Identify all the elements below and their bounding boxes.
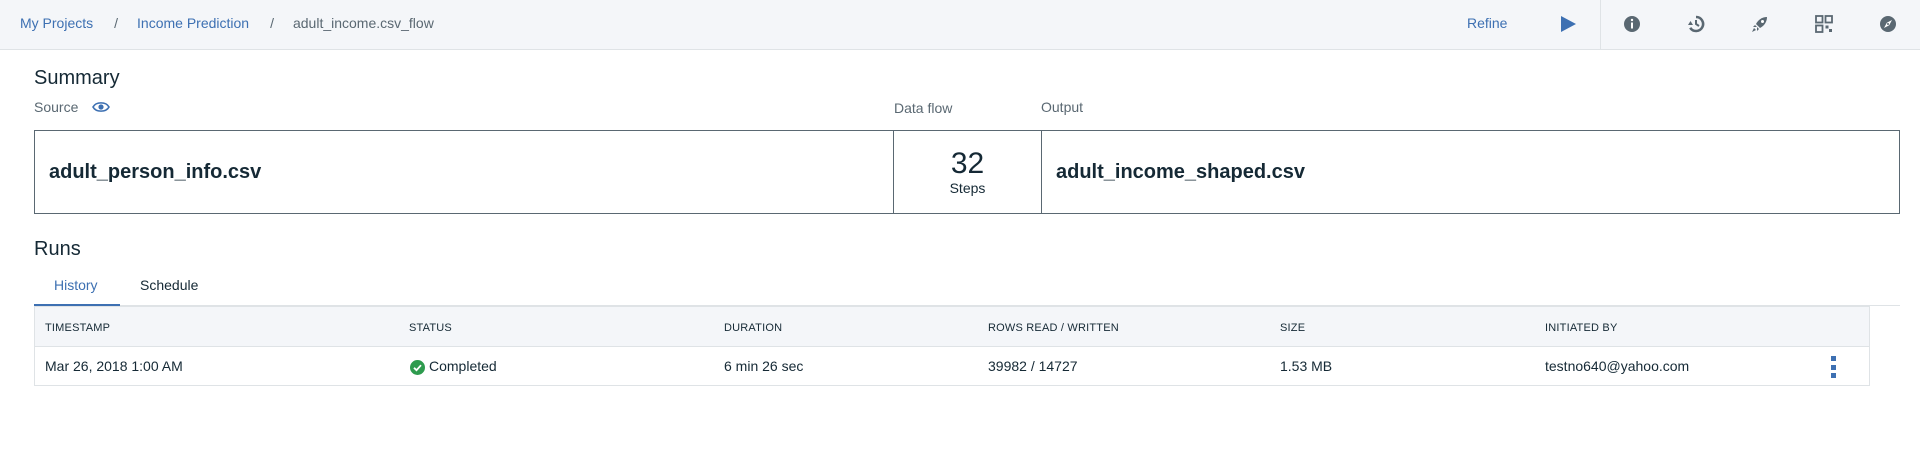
summary-box: adult_person_info.csv 32 Steps adult_inc… — [34, 130, 1900, 214]
table-row[interactable]: Mar 26, 2018 1:00 AM Completed 6 min 26 … — [35, 347, 1869, 386]
runs-title: Runs — [34, 238, 81, 260]
history-icon[interactable] — [1685, 13, 1707, 35]
breadcrumb-my-projects[interactable]: My Projects — [20, 15, 93, 31]
summary-title: Summary — [34, 67, 120, 89]
breadcrumb-separator: / — [114, 15, 119, 31]
data-flow-steps: 32 Steps — [894, 131, 1042, 213]
runs-table: TIMESTAMP STATUS DURATION ROWS READ / WR… — [34, 306, 1870, 386]
source-file-name: adult_person_info.csv — [35, 131, 894, 213]
overflow-menu-icon[interactable] — [1829, 355, 1837, 379]
tab-history[interactable]: History — [34, 273, 120, 306]
play-icon[interactable] — [1559, 15, 1577, 33]
data-flow-label: Data flow — [894, 100, 953, 116]
runs-tabs: History Schedule — [34, 273, 1900, 306]
run-duration: 6 min 26 sec — [724, 358, 804, 374]
check-circle-icon — [410, 360, 425, 375]
breadcrumb-income-prediction[interactable]: Income Prediction — [137, 15, 249, 31]
compass-icon[interactable] — [1877, 13, 1899, 35]
rocket-icon[interactable] — [1749, 13, 1771, 35]
steps-label: Steps — [949, 180, 986, 196]
run-timestamp: Mar 26, 2018 1:00 AM — [45, 358, 183, 374]
column-header-timestamp: TIMESTAMP — [45, 322, 111, 334]
table-header: TIMESTAMP STATUS DURATION ROWS READ / WR… — [35, 307, 1869, 347]
breadcrumb: My Projects / Income Prediction / adult_… — [20, 15, 434, 31]
source-label: Source — [34, 99, 79, 115]
column-header-status: STATUS — [409, 322, 452, 334]
output-file-name: adult_income_shaped.csv — [1056, 160, 1305, 183]
refine-button[interactable]: Refine — [1467, 15, 1507, 31]
tab-schedule[interactable]: Schedule — [140, 273, 198, 306]
steps-count: 32 — [950, 147, 985, 180]
column-header-initiated-by: INITIATED BY — [1545, 322, 1618, 334]
eye-icon[interactable] — [92, 100, 110, 114]
breadcrumb-separator: / — [270, 15, 274, 31]
top-bar: My Projects / Income Prediction / adult_… — [0, 0, 1920, 50]
toolbar-divider — [1600, 0, 1601, 50]
run-size: 1.53 MB — [1280, 358, 1333, 374]
settings-grid-icon[interactable] — [1813, 13, 1835, 35]
run-status: Completed — [429, 358, 497, 374]
breadcrumb-current: adult_income.csv_flow — [292, 15, 434, 31]
column-header-rows: ROWS READ / WRITTEN — [988, 322, 1119, 334]
output-label: Output — [1041, 99, 1084, 115]
run-initiated-by: testno640@yahoo.com — [1545, 358, 1690, 374]
column-header-size: SIZE — [1280, 322, 1306, 334]
info-icon[interactable] — [1621, 13, 1643, 35]
column-header-duration: DURATION — [724, 322, 783, 334]
run-rows-read-written: 39982 / 14727 — [988, 358, 1078, 374]
